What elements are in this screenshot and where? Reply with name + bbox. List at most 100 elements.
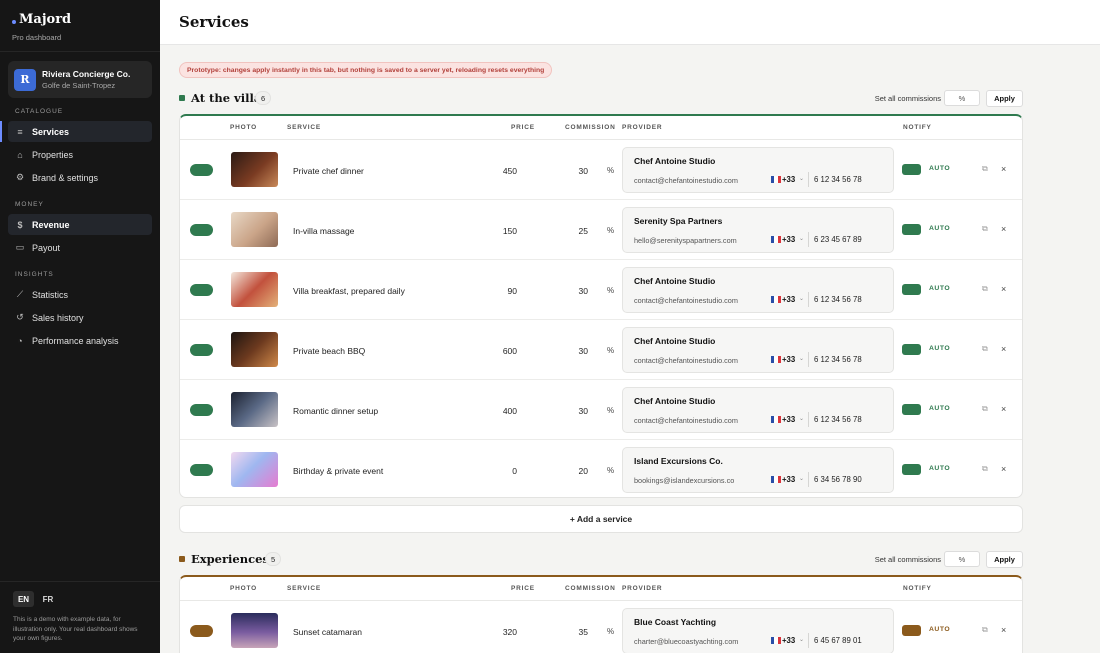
lang-fr-button[interactable]: FR bbox=[38, 591, 58, 607]
chevron-down-icon[interactable]: ⌄ bbox=[799, 295, 804, 302]
service-active-toggle[interactable] bbox=[190, 224, 213, 236]
service-active-toggle[interactable] bbox=[190, 284, 213, 296]
nav-item-performance-analysis[interactable]: ◔ Performance analysis bbox=[8, 330, 152, 351]
provider-phone[interactable]: 6 12 34 56 78 bbox=[814, 355, 862, 364]
provider-card[interactable]: Serenity Spa Partners hello@serenityspapa… bbox=[622, 207, 894, 253]
service-price[interactable]: 90 bbox=[480, 286, 517, 296]
provider-email[interactable]: contact@chefantoinestudio.com bbox=[634, 356, 738, 365]
chevron-down-icon[interactable]: ⌄ bbox=[799, 175, 804, 182]
duplicate-icon[interactable]: ⧉ bbox=[982, 344, 991, 354]
service-price[interactable]: 320 bbox=[480, 627, 517, 637]
duplicate-icon[interactable]: ⧉ bbox=[982, 224, 991, 234]
service-price[interactable]: 450 bbox=[480, 166, 517, 176]
provider-card[interactable]: Chef Antoine Studio contact@chefantoinest… bbox=[622, 267, 894, 313]
service-photo[interactable] bbox=[231, 452, 278, 487]
service-active-toggle[interactable] bbox=[190, 625, 213, 637]
france-flag-icon[interactable] bbox=[771, 637, 781, 644]
delete-icon[interactable]: × bbox=[1001, 164, 1010, 174]
service-active-toggle[interactable] bbox=[190, 344, 213, 356]
france-flag-icon[interactable] bbox=[771, 476, 781, 483]
delete-icon[interactable]: × bbox=[1001, 284, 1010, 294]
delete-icon[interactable]: × bbox=[1001, 344, 1010, 354]
service-commission[interactable]: 35 bbox=[550, 627, 588, 637]
provider-card[interactable]: Chef Antoine Studio contact@chefantoinest… bbox=[622, 147, 894, 193]
service-commission[interactable]: 20 bbox=[550, 466, 588, 476]
provider-phone[interactable]: 6 12 34 56 78 bbox=[814, 175, 862, 184]
apply-button[interactable]: Apply bbox=[986, 90, 1023, 107]
service-price[interactable]: 150 bbox=[480, 226, 517, 236]
duplicate-icon[interactable]: ⧉ bbox=[982, 284, 991, 294]
notify-toggle[interactable] bbox=[902, 464, 921, 475]
duplicate-icon[interactable]: ⧉ bbox=[982, 404, 991, 414]
service-name[interactable]: Private beach BBQ bbox=[293, 346, 365, 356]
service-name[interactable]: Villa breakfast, prepared daily bbox=[293, 286, 405, 296]
provider-email[interactable]: hello@serenityspapartners.com bbox=[634, 236, 737, 245]
dial-code[interactable]: +33 bbox=[782, 475, 795, 484]
add-service-button[interactable]: + Add a service bbox=[179, 505, 1023, 533]
dial-code[interactable]: +33 bbox=[782, 415, 795, 424]
dial-code[interactable]: +33 bbox=[782, 235, 795, 244]
service-name[interactable]: Birthday & private event bbox=[293, 466, 383, 476]
set-all-commission-input[interactable]: % bbox=[944, 90, 980, 106]
service-price[interactable]: 0 bbox=[480, 466, 517, 476]
duplicate-icon[interactable]: ⧉ bbox=[982, 164, 991, 174]
notify-toggle[interactable] bbox=[902, 164, 921, 175]
delete-icon[interactable]: × bbox=[1001, 404, 1010, 414]
chevron-down-icon[interactable]: ⌄ bbox=[799, 355, 804, 362]
notify-toggle[interactable] bbox=[902, 344, 921, 355]
nav-item-brand-settings[interactable]: ⚙ Brand & settings bbox=[8, 167, 152, 188]
service-name[interactable]: Sunset catamaran bbox=[293, 627, 362, 637]
service-active-toggle[interactable] bbox=[190, 404, 213, 416]
notify-toggle[interactable] bbox=[902, 284, 921, 295]
service-name[interactable]: Private chef dinner bbox=[293, 166, 364, 176]
france-flag-icon[interactable] bbox=[771, 416, 781, 423]
france-flag-icon[interactable] bbox=[771, 176, 781, 183]
service-price[interactable]: 600 bbox=[480, 346, 517, 356]
org-switcher[interactable]: R Riviera Concierge Co. Golfe de Saint-T… bbox=[8, 61, 152, 98]
delete-icon[interactable]: × bbox=[1001, 464, 1010, 474]
service-name[interactable]: Romantic dinner setup bbox=[293, 406, 378, 416]
provider-card[interactable]: Island Excursions Co. bookings@islandexcu… bbox=[622, 447, 894, 493]
nav-item-services[interactable]: ≡ Services bbox=[8, 121, 152, 142]
service-photo[interactable] bbox=[231, 392, 278, 427]
service-photo[interactable] bbox=[231, 332, 278, 367]
provider-phone[interactable]: 6 45 67 89 01 bbox=[814, 636, 862, 645]
provider-phone[interactable]: 6 12 34 56 78 bbox=[814, 415, 862, 424]
service-photo[interactable] bbox=[231, 212, 278, 247]
provider-email[interactable]: contact@chefantoinestudio.com bbox=[634, 176, 738, 185]
provider-email[interactable]: charter@bluecoastyachting.com bbox=[634, 637, 738, 646]
service-active-toggle[interactable] bbox=[190, 464, 213, 476]
chevron-down-icon[interactable]: ⌄ bbox=[799, 235, 804, 242]
delete-icon[interactable]: × bbox=[1001, 625, 1010, 635]
nav-item-statistics[interactable]: ⟋ Statistics bbox=[8, 284, 152, 305]
dial-code[interactable]: +33 bbox=[782, 295, 795, 304]
duplicate-icon[interactable]: ⧉ bbox=[982, 464, 991, 474]
service-price[interactable]: 400 bbox=[480, 406, 517, 416]
service-commission[interactable]: 30 bbox=[550, 406, 588, 416]
nav-item-revenue[interactable]: $ Revenue bbox=[8, 214, 152, 235]
set-all-commission-input[interactable]: % bbox=[944, 551, 980, 567]
service-photo[interactable] bbox=[231, 613, 278, 648]
provider-phone[interactable]: 6 12 34 56 78 bbox=[814, 295, 862, 304]
provider-phone[interactable]: 6 23 45 67 89 bbox=[814, 235, 862, 244]
provider-email[interactable]: contact@chefantoinestudio.com bbox=[634, 296, 738, 305]
chevron-down-icon[interactable]: ⌄ bbox=[799, 636, 804, 643]
nav-item-sales-history[interactable]: ↺ Sales history bbox=[8, 307, 152, 328]
france-flag-icon[interactable] bbox=[771, 356, 781, 363]
notify-toggle[interactable] bbox=[902, 404, 921, 415]
lang-en-button[interactable]: EN bbox=[13, 591, 34, 607]
service-commission[interactable]: 25 bbox=[550, 226, 588, 236]
provider-phone[interactable]: 6 34 56 78 90 bbox=[814, 475, 862, 484]
dial-code[interactable]: +33 bbox=[782, 355, 795, 364]
notify-toggle[interactable] bbox=[902, 625, 921, 636]
service-commission[interactable]: 30 bbox=[550, 346, 588, 356]
nav-item-payout[interactable]: ▭ Payout bbox=[8, 237, 152, 258]
service-photo[interactable] bbox=[231, 272, 278, 307]
provider-card[interactable]: Chef Antoine Studio contact@chefantoinest… bbox=[622, 387, 894, 433]
provider-card[interactable]: Blue Coast Yachting charter@bluecoastyach… bbox=[622, 608, 894, 653]
france-flag-icon[interactable] bbox=[771, 296, 781, 303]
apply-button[interactable]: Apply bbox=[986, 551, 1023, 568]
nav-item-properties[interactable]: ⌂ Properties bbox=[8, 144, 152, 165]
provider-email[interactable]: bookings@islandexcursions.co bbox=[634, 476, 734, 485]
notify-toggle[interactable] bbox=[902, 224, 921, 235]
